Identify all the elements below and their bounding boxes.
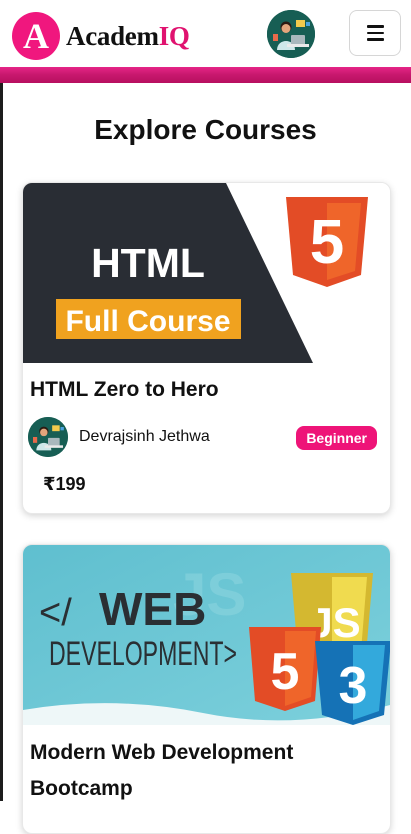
level-badge: Beginner bbox=[296, 426, 377, 450]
course-thumbnail[interactable]: JS </ WEB DEVELOPMENT> JS 5 3 bbox=[23, 545, 390, 725]
thumb-heading: WEB bbox=[99, 583, 206, 635]
instructor-name: Devrajsinh Jethwa bbox=[79, 428, 210, 445]
instructor-avatar bbox=[28, 417, 68, 457]
page-title: Explore Courses bbox=[94, 114, 317, 145]
logo-text: AcademIQ bbox=[66, 21, 190, 52]
course-card[interactable]: HTML Full Course 5 HTML Zero to Hero Dev… bbox=[22, 182, 391, 514]
brand-logo[interactable]: A AcademIQ bbox=[12, 12, 190, 60]
course-card[interactable]: JS </ WEB DEVELOPMENT> JS 5 3 Modern Web… bbox=[22, 544, 391, 834]
html5-shield-icon: 5 bbox=[249, 627, 321, 711]
header-accent-bar bbox=[0, 67, 411, 83]
html5-badge-label: 5 bbox=[271, 643, 300, 701]
thumb-prefix: </ bbox=[39, 592, 72, 634]
avatar-icon bbox=[267, 10, 315, 58]
logo-text-accent: IQ bbox=[158, 20, 190, 51]
thumb-subheading: DEVELOPMENT> bbox=[49, 635, 237, 673]
course-thumbnail[interactable]: HTML Full Course 5 bbox=[23, 183, 390, 363]
css3-badge-label: 3 bbox=[339, 657, 368, 715]
html5-badge-label: 5 bbox=[310, 208, 344, 277]
profile-avatar[interactable] bbox=[267, 10, 315, 58]
instructor-info: Devrajsinh Jethwa bbox=[28, 417, 210, 457]
top-navbar: A AcademIQ bbox=[0, 0, 411, 68]
course-title[interactable]: Modern Web Development Bootcamp bbox=[30, 735, 370, 807]
logo-badge: A bbox=[12, 12, 60, 60]
thumb-heading: HTML bbox=[91, 240, 205, 286]
course-title[interactable]: HTML Zero to Hero bbox=[30, 372, 219, 408]
html5-shield-icon: 5 bbox=[286, 197, 368, 287]
logo-text-main: Academ bbox=[66, 20, 159, 51]
menu-button[interactable] bbox=[349, 10, 401, 56]
avatar-icon bbox=[28, 417, 68, 457]
thumb-subheading: Full Course bbox=[65, 305, 230, 338]
hamburger-icon bbox=[366, 25, 384, 28]
course-price: ₹199 bbox=[43, 474, 86, 494]
css3-shield-icon: 3 bbox=[315, 641, 390, 725]
